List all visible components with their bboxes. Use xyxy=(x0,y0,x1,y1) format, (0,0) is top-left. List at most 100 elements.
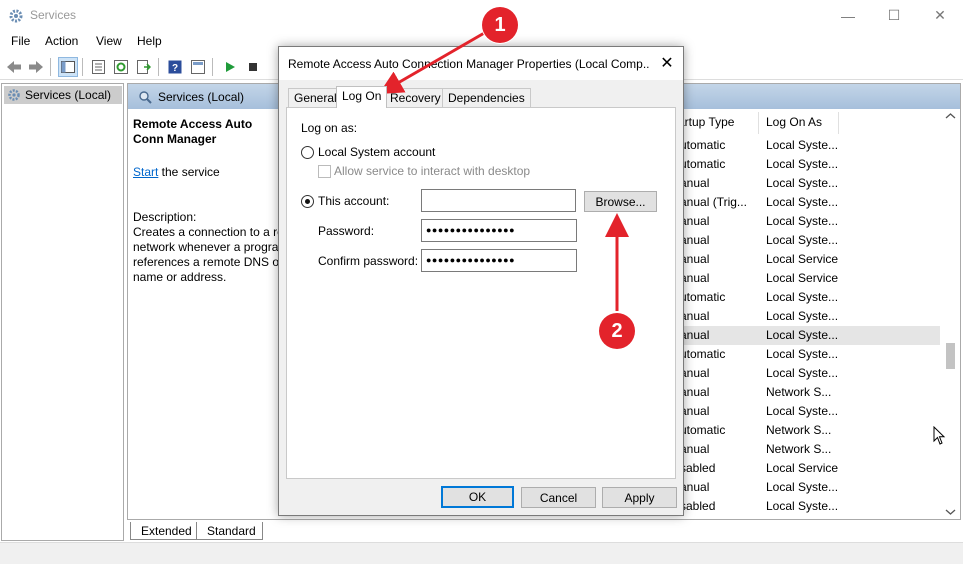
column-log-on-as[interactable]: Log On As xyxy=(766,115,822,129)
scrollbar-thumb[interactable] xyxy=(946,343,955,369)
log-on-as-cell: Local Syste... xyxy=(766,347,839,361)
log-on-as-cell: Network S... xyxy=(766,442,832,456)
menu-file[interactable]: File xyxy=(11,34,30,48)
service-row[interactable]: utomatic Local Syste... xyxy=(674,345,940,364)
log-on-as-cell: Local Syste... xyxy=(766,309,839,323)
this-account-label: This account: xyxy=(318,194,390,208)
service-row[interactable]: anual Local Syste... xyxy=(674,326,940,345)
service-row[interactable]: anual (Trig... Local Syste... xyxy=(674,193,940,212)
service-row[interactable]: anual Local Syste... xyxy=(674,402,940,421)
service-row[interactable]: sabled Local Service xyxy=(674,459,940,478)
startup-type-cell: anual xyxy=(680,252,710,266)
startup-type-cell: utomatic xyxy=(680,347,726,361)
service-row[interactable]: anual Local Syste... xyxy=(674,364,940,383)
service-row[interactable]: anual Local Syste... xyxy=(674,307,940,326)
start-service-suffix: the service xyxy=(158,165,220,179)
services-list: utomatic Local Syste... utomatic Local Syst… xyxy=(674,136,940,516)
service-row[interactable]: utomatic Local Syste... xyxy=(674,288,940,307)
tree-item-services-local[interactable]: Services (Local) xyxy=(4,86,122,104)
service-row[interactable]: anual Local Syste... xyxy=(674,231,940,250)
service-row[interactable]: anual Network S... xyxy=(674,383,940,402)
forward-arrow-icon[interactable] xyxy=(26,57,46,77)
startup-type-cell: anual xyxy=(680,480,710,494)
service-row[interactable]: anual Local Syste... xyxy=(674,212,940,231)
view-icon[interactable] xyxy=(188,57,208,77)
startup-type-cell: anual xyxy=(680,366,710,380)
mouse-cursor-icon xyxy=(933,426,946,445)
view-tabs: Extended Standard xyxy=(128,521,428,541)
vertical-scrollbar[interactable] xyxy=(942,109,959,519)
dialog-title-bar: Remote Access Auto Connection Manager Pr… xyxy=(279,47,683,80)
menu-action[interactable]: Action xyxy=(45,34,78,48)
service-row[interactable]: utomatic Network S... xyxy=(674,421,940,440)
service-row[interactable]: anual Local Syste... xyxy=(674,478,940,497)
log-on-as-cell: Local Syste... xyxy=(766,176,839,190)
tree-item-label: Services (Local) xyxy=(25,88,112,102)
scroll-down-icon[interactable] xyxy=(942,507,959,517)
startup-type-cell: anual xyxy=(680,233,710,247)
startup-type-cell: sabled xyxy=(680,499,716,513)
tab-recovery[interactable]: Recovery xyxy=(384,88,447,107)
tab-log-on[interactable]: Log On xyxy=(336,86,388,108)
scroll-up-icon[interactable] xyxy=(942,111,959,121)
this-account-radio[interactable] xyxy=(301,195,314,208)
description-text: Creates a connection to a re network whe… xyxy=(133,225,284,284)
stop-service-icon[interactable] xyxy=(243,57,263,77)
annotation-marker-2: 2 xyxy=(599,313,635,349)
password-input[interactable]: ●●●●●●●●●●●●●●● xyxy=(421,219,577,242)
log-on-as-cell: Local Syste... xyxy=(766,499,839,513)
maximize-button[interactable]: ☐ xyxy=(871,0,917,31)
log-on-as-cell: Local Syste... xyxy=(766,328,839,342)
tab-general[interactable]: General xyxy=(288,88,343,107)
startup-type-cell: anual xyxy=(680,442,710,456)
confirm-password-input[interactable]: ●●●●●●●●●●●●●●● xyxy=(421,249,577,272)
minimize-button[interactable]: — xyxy=(825,0,871,31)
apply-button[interactable]: Apply xyxy=(602,487,677,508)
description-label: Description: xyxy=(133,210,197,224)
log-on-as-cell: Local Syste... xyxy=(766,214,839,228)
properties-icon[interactable] xyxy=(88,57,108,77)
startup-type-cell: sabled xyxy=(680,461,716,475)
column-startup-type[interactable]: artup Type xyxy=(678,115,734,129)
dialog-close-button[interactable]: ✕ xyxy=(655,51,679,75)
svg-text:?: ? xyxy=(172,63,178,74)
service-row[interactable]: sabled Local Syste... xyxy=(674,497,940,516)
menu-view[interactable]: View xyxy=(96,34,122,48)
menu-help[interactable]: Help xyxy=(137,34,162,48)
log-on-as-cell: Local Syste... xyxy=(766,157,839,171)
ok-button[interactable]: OK xyxy=(441,486,514,508)
log-on-as-cell: Local Service xyxy=(766,461,839,475)
help-icon[interactable]: ? xyxy=(165,57,185,77)
allow-desktop-label: Allow service to interact with desktop xyxy=(334,164,531,178)
account-input[interactable] xyxy=(421,189,576,212)
export-list-icon[interactable] xyxy=(134,57,154,77)
local-system-radio[interactable] xyxy=(301,146,314,159)
service-row[interactable]: utomatic Local Syste... xyxy=(674,155,940,174)
tab-standard[interactable]: Standard xyxy=(196,522,263,540)
service-row[interactable]: anual Local Service xyxy=(674,269,940,288)
startup-type-cell: utomatic xyxy=(680,423,726,437)
log-on-as-cell: Local Syste... xyxy=(766,290,839,304)
service-row[interactable]: anual Local Service xyxy=(674,250,940,269)
log-on-as-cell: Local Syste... xyxy=(766,195,839,209)
show-hide-tree-icon[interactable] xyxy=(58,57,78,77)
properties-dialog: Remote Access Auto Connection Manager Pr… xyxy=(278,46,684,516)
startup-type-cell: utomatic xyxy=(680,290,726,304)
service-row[interactable]: utomatic Local Syste... xyxy=(674,136,940,155)
service-row[interactable]: anual Network S... xyxy=(674,440,940,459)
startup-type-cell: anual xyxy=(680,214,710,228)
log-on-tab-page: Log on as: Local System account Allow se… xyxy=(286,107,676,479)
refresh-icon[interactable] xyxy=(111,57,131,77)
allow-desktop-checkbox[interactable] xyxy=(318,165,331,178)
startup-type-cell: utomatic xyxy=(680,138,726,152)
start-service-link[interactable]: Start xyxy=(133,165,158,179)
start-service-icon[interactable] xyxy=(220,57,240,77)
startup-type-cell: anual xyxy=(680,385,710,399)
tab-extended[interactable]: Extended xyxy=(130,522,199,540)
close-button[interactable]: ✕ xyxy=(917,0,963,31)
browse-button[interactable]: Browse... xyxy=(584,191,657,212)
cancel-button[interactable]: Cancel xyxy=(521,487,596,508)
tab-dependencies[interactable]: Dependencies xyxy=(442,88,531,107)
back-arrow-icon[interactable] xyxy=(4,57,24,77)
service-row[interactable]: anual Local Syste... xyxy=(674,174,940,193)
